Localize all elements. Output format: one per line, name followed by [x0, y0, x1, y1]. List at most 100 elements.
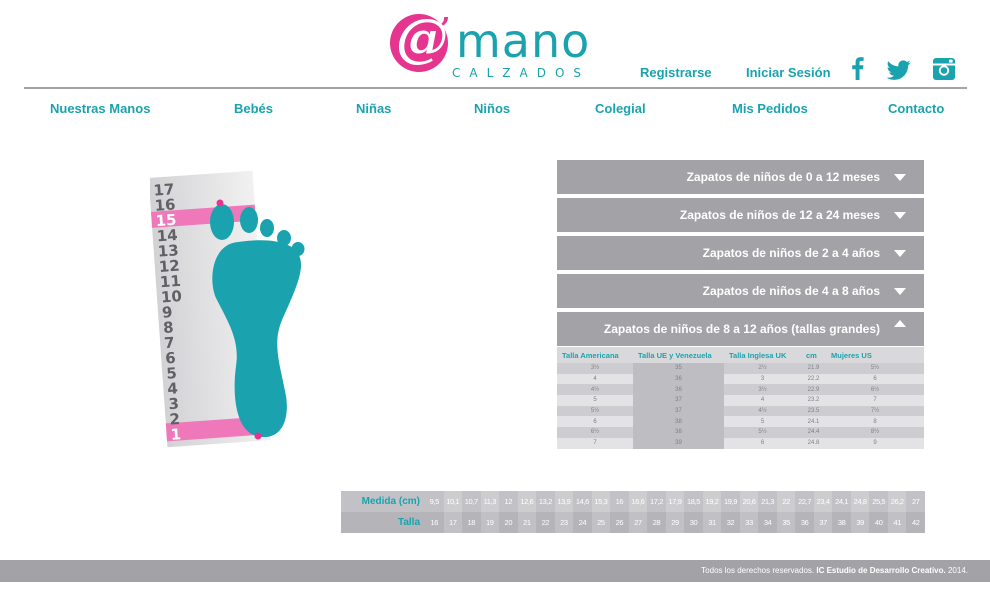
facebook-icon[interactable] — [846, 56, 870, 80]
brand-logo[interactable]: @ ’ mano CALZADOS — [390, 10, 605, 80]
talla-label: Talla — [397, 517, 420, 528]
talla-cell: 31 — [702, 512, 722, 533]
medida-cell: 14,6 — [575, 497, 589, 506]
medida-cell: 16,6 — [628, 491, 648, 512]
talla-cell: 26 — [615, 518, 624, 527]
table-row: 4 36 3 22.2 6 — [557, 373, 924, 385]
chevron-down-icon — [894, 288, 906, 295]
accordion-8-12-anos[interactable]: Zapatos de niños de 8 a 12 años (tallas … — [557, 312, 924, 346]
medida-cell: 22,7 — [798, 497, 812, 506]
talla-cell: 23 — [554, 512, 574, 533]
table-cell: 23.5 — [801, 405, 826, 417]
table-cell: 6 — [724, 437, 801, 449]
medida-cell: 13,9 — [554, 491, 574, 512]
main-nav: Nuestras Manos Bebés Niñas Niños Colegia… — [24, 101, 967, 119]
talla-cell: 17 — [443, 512, 463, 533]
table-cell: 3½ — [724, 384, 801, 396]
login-link[interactable]: Iniciar Sesión — [746, 65, 831, 80]
table-cell: 5½ — [826, 363, 924, 374]
table-cell: 5½ — [557, 405, 633, 417]
talla-cell: 39 — [850, 512, 870, 533]
accordion-label: Zapatos de niños de 2 a 4 años — [702, 246, 880, 260]
medida-cell: 11,3 — [480, 491, 500, 512]
talla-cell: 42 — [911, 518, 920, 527]
accordion-12-24-meses[interactable]: Zapatos de niños de 12 a 24 meses — [557, 198, 924, 232]
table-cell: 5½ — [724, 427, 801, 438]
nav-nuestras-manos[interactable]: Nuestras Manos — [50, 101, 150, 116]
table-cell: 6 — [826, 373, 924, 385]
table-cell: 5 — [557, 395, 633, 406]
table-row: 5½ 37 4½ 23.5 7½ — [557, 405, 924, 417]
nav-contacto[interactable]: Contacto — [888, 101, 944, 116]
accordion-2-4-anos[interactable]: Zapatos de niños de 2 a 4 años — [557, 236, 924, 270]
medida-cell: 19,2 — [702, 491, 722, 512]
talla-cell: 37 — [813, 512, 833, 533]
medida-cell: 23,4 — [813, 491, 833, 512]
medida-row: Medida (cm) 9,5 10,1 10,7 11,3 12 12,6 13,2 13,… — [341, 491, 925, 512]
table-cell: 6 — [557, 416, 633, 428]
col-talla-ue: Talla UE y Venezuela — [638, 350, 712, 360]
table-cell: 7½ — [826, 405, 924, 417]
header-divider — [24, 87, 967, 89]
talla-cell: 19 — [480, 512, 500, 533]
chevron-up-icon — [894, 320, 906, 327]
medida-cell: 9,5 — [429, 497, 440, 506]
nav-bebes[interactable]: Bebés — [234, 101, 273, 116]
medida-cell: 24,1 — [835, 497, 849, 506]
nav-ninas[interactable]: Niñas — [356, 101, 391, 116]
medida-cell: 18,5 — [687, 497, 700, 506]
table-cell: 38 — [633, 427, 724, 438]
nav-ninos[interactable]: Niños — [474, 101, 510, 116]
table-cell: 4½ — [724, 405, 801, 417]
table-row: 5 37 4 23.2 7 — [557, 395, 924, 406]
table-cell: 4½ — [557, 384, 633, 396]
accordion-label: Zapatos de niños de 4 a 8 años — [702, 284, 880, 298]
table-cell: 37 — [633, 395, 724, 406]
medida-cell: 16 — [615, 497, 624, 506]
footer-company[interactable]: IC Estudio de Desarrollo Creativo. — [816, 566, 945, 575]
footer: Todos los derechos reservados. IC Estudi… — [0, 560, 990, 582]
nav-colegial[interactable]: Colegial — [595, 101, 646, 116]
nav-mis-pedidos[interactable]: Mis Pedidos — [732, 101, 808, 116]
medida-cell: 19,9 — [724, 497, 738, 506]
size-conversion-table: Talla Americana Talla UE y Venezuela Tal… — [557, 347, 924, 449]
table-cell: 39 — [633, 437, 724, 449]
table-row: 6 38 5 24.1 8 — [557, 416, 924, 428]
talla-cell: 34 — [763, 518, 772, 527]
table-row: 4½ 36 3½ 22.9 6½ — [557, 384, 924, 396]
talla-cell: 24 — [578, 518, 587, 527]
table-cell: 8½ — [826, 427, 924, 438]
table-cell: 9 — [826, 437, 924, 449]
logo-word: mano — [456, 14, 591, 68]
accordion-4-8-anos[interactable]: Zapatos de niños de 4 a 8 años — [557, 274, 924, 308]
talla-cell: 33 — [739, 512, 759, 533]
table-row: 6½ 38 5½ 24.4 8½ — [557, 427, 924, 438]
talla-cell: 32 — [726, 518, 735, 527]
table-cell: 35 — [633, 363, 724, 374]
medida-cell: 10,7 — [464, 497, 478, 506]
col-talla-americana: Talla Americana — [562, 350, 619, 360]
talla-cell: 18 — [467, 518, 476, 527]
col-talla-uk: Talla Inglesa UK — [729, 350, 787, 360]
medida-cell: 24,8 — [850, 491, 870, 512]
talla-cell: 21 — [517, 512, 537, 533]
table-cell: 5 — [724, 416, 801, 428]
table-cell: 6½ — [557, 427, 633, 438]
table-cell: 4 — [557, 373, 633, 385]
col-mujeres-us: Mujeres US — [831, 350, 872, 360]
medida-cell: 21,3 — [761, 497, 775, 506]
medida-cell: 17,2 — [649, 497, 663, 506]
twitter-icon[interactable] — [887, 58, 911, 82]
instagram-icon[interactable] — [932, 57, 956, 81]
medida-cell: 10,1 — [443, 491, 463, 512]
register-link[interactable]: Registrarse — [640, 65, 712, 80]
chevron-down-icon — [894, 212, 906, 219]
talla-cell: 36 — [800, 518, 809, 527]
medida-cell: 26,2 — [887, 491, 907, 512]
table-row: 3½ 35 2½ 21.9 5½ — [557, 363, 924, 374]
table-cell: 36 — [633, 373, 724, 385]
medida-cell: 12,6 — [517, 491, 537, 512]
medida-cell: 12 — [504, 497, 513, 506]
talla-cell: 28 — [652, 518, 661, 527]
accordion-0-12-meses[interactable]: Zapatos de niños de 0 a 12 meses — [557, 160, 924, 194]
